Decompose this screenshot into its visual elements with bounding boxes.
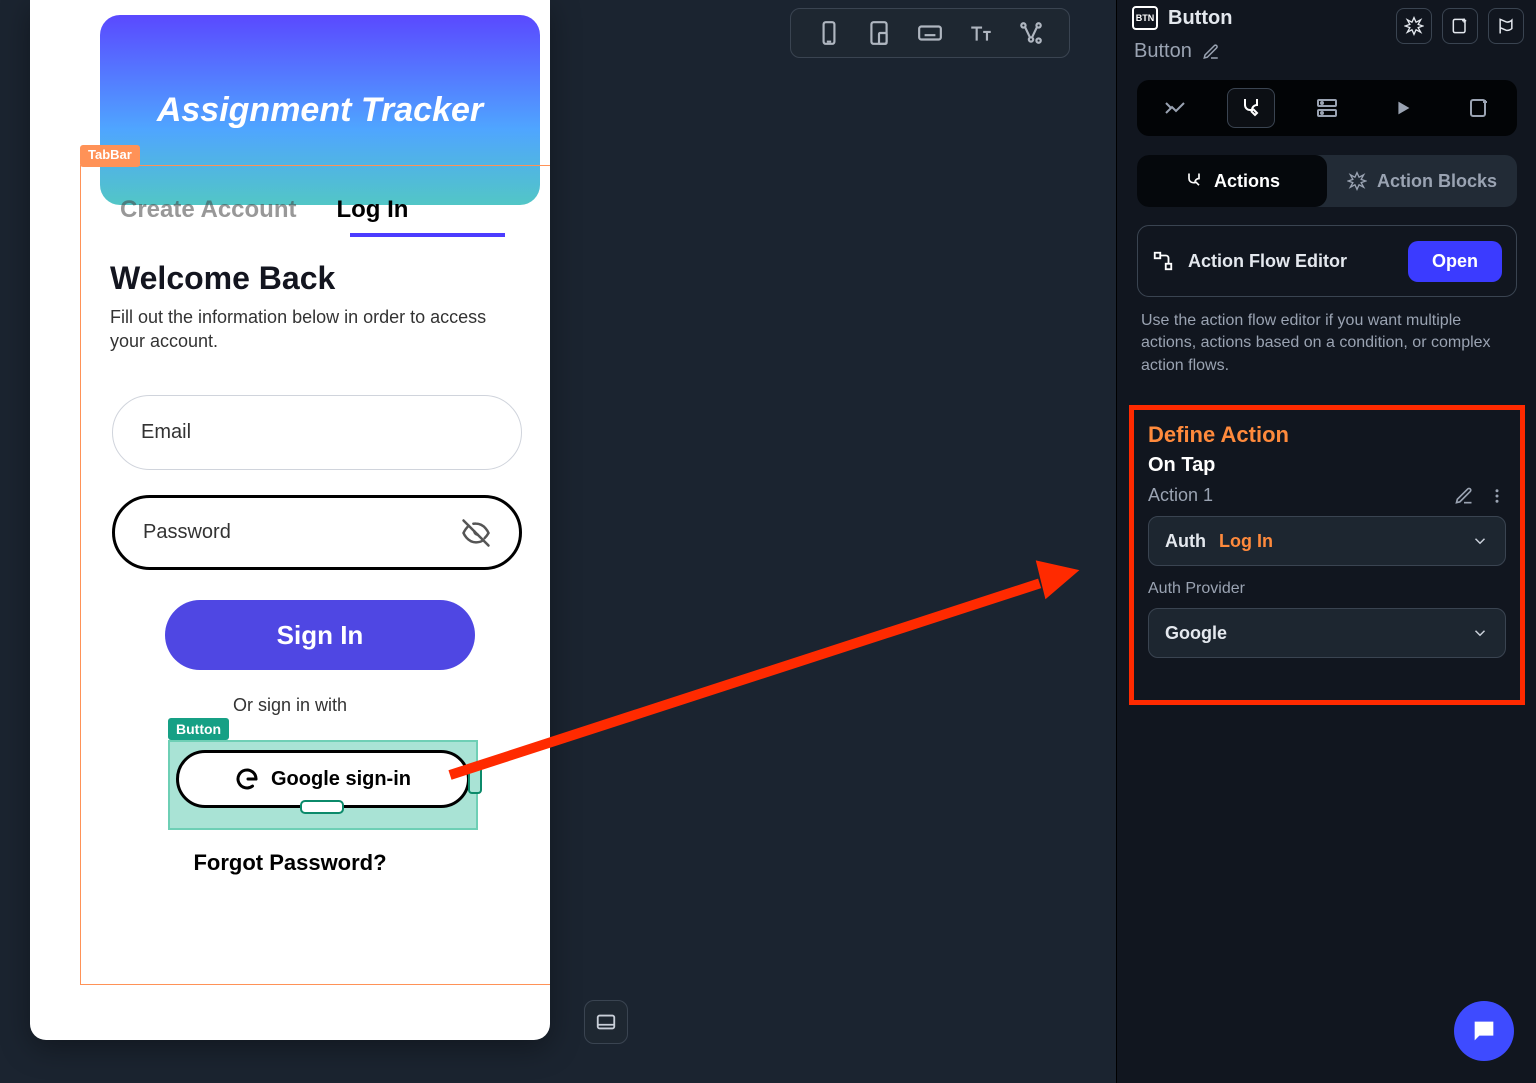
resize-handle-bottom[interactable] [300,800,344,814]
auth-provider-label: Auth Provider [1148,580,1506,598]
tab-backend-icon[interactable] [1303,88,1351,128]
property-panel: BTN Button Button Actions Action Blocks [1116,0,1536,1083]
google-icon [235,767,259,791]
action-type-dropdown[interactable]: Auth Log In [1148,516,1506,566]
component-type: Button [1168,7,1232,30]
seg-actions[interactable]: Actions [1137,155,1327,207]
seg-blocks-label: Action Blocks [1377,171,1497,192]
welcome-body: Fill out the information below in order … [110,305,490,354]
canvas-toolbar [790,8,1070,58]
button-tag: Button [168,718,229,740]
seg-action-blocks[interactable]: Action Blocks [1327,155,1517,207]
component-badge-icon: BTN [1132,6,1158,30]
tab-create-account[interactable]: Create Account [120,196,296,224]
action-flow-editor-row: Action Flow Editor Open [1137,225,1517,297]
panel-tabs [1137,80,1517,136]
forgot-password-link[interactable]: Forgot Password? [30,850,550,876]
seg-actions-label: Actions [1214,171,1280,192]
flow-icon [1152,250,1174,272]
email-placeholder: Email [141,421,191,444]
tablet-icon[interactable] [866,20,892,46]
add-panel-icon[interactable] [1442,8,1478,44]
password-placeholder: Password [143,521,231,544]
action-category: Auth [1165,531,1206,551]
email-field[interactable]: Email [112,395,522,470]
open-flow-editor-button[interactable]: Open [1408,241,1502,282]
afe-label: Action Flow Editor [1188,251,1347,272]
action-name: Log In [1219,531,1273,551]
canvas-footer-button[interactable] [584,1000,628,1044]
password-field[interactable]: Password [112,495,522,570]
or-label: Or sign in with [30,695,550,716]
theme-icon[interactable] [1396,8,1432,44]
device-preview: Assignment Tracker TabBar Create Account… [30,0,550,1040]
phone-icon[interactable] [816,20,842,46]
tab-add-icon[interactable] [1455,88,1503,128]
keyboard-icon[interactable] [917,20,943,46]
tab-log-in[interactable]: Log In [336,196,408,224]
define-action-heading: Define Action [1148,422,1506,448]
eye-off-icon[interactable] [461,518,491,548]
action-number-label: Action 1 [1148,485,1213,506]
open-label: Open [1432,251,1478,271]
chevron-down-icon [1471,624,1489,642]
chevron-down-icon [1471,532,1489,550]
welcome-heading: Welcome Back [110,260,335,297]
annotation-arrow-head [1036,551,1084,599]
auth-tabs: Create Account Log In [120,190,530,230]
define-action-highlight: Define Action On Tap Action 1 Auth Log I… [1129,405,1525,705]
node-settings-icon[interactable] [1018,20,1044,46]
edit-name-icon[interactable] [1202,43,1220,61]
tab-run-icon[interactable] [1379,88,1427,128]
tab-style-icon[interactable] [1151,88,1199,128]
support-chat-button[interactable] [1454,1001,1514,1061]
auth-provider-value: Google [1165,623,1227,644]
edit-action-icon[interactable] [1454,486,1474,506]
auth-provider-dropdown[interactable]: Google [1148,608,1506,658]
tab-underline [350,233,505,237]
tabbar-tag: TabBar [80,145,140,167]
component-name[interactable]: Button [1134,40,1192,63]
actions-segmented: Actions Action Blocks [1137,155,1517,207]
sign-in-label: Sign In [277,620,364,651]
trigger-label: On Tap [1148,454,1506,477]
app-title: Assignment Tracker [157,91,483,130]
flow-editor-hint: Use the action flow editor if you want m… [1141,310,1511,377]
tab-actions-icon[interactable] [1227,88,1275,128]
action-menu-icon[interactable] [1488,486,1506,506]
flag-icon[interactable] [1488,8,1524,44]
google-sign-in-label: Google sign-in [271,768,411,791]
text-size-icon[interactable] [968,20,994,46]
sign-in-button[interactable]: Sign In [165,600,475,670]
